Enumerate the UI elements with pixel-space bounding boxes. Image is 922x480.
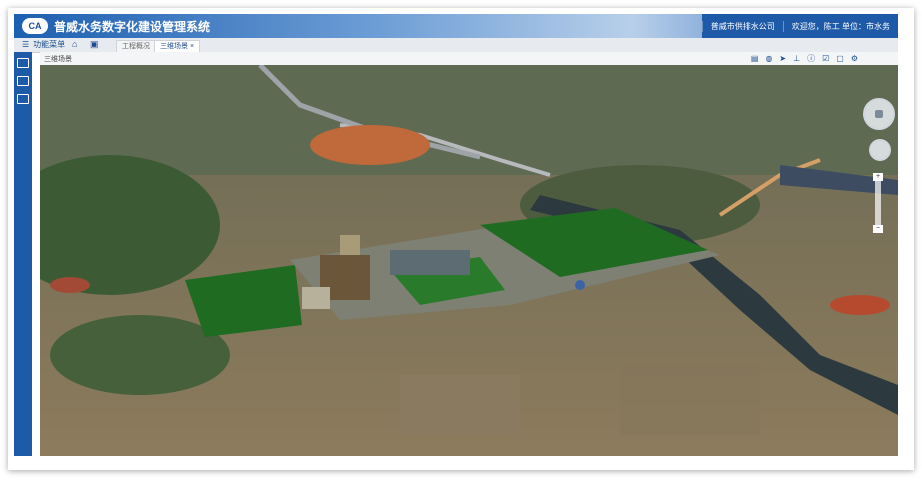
breadcrumb: 三维场景 [44,56,72,63]
scene-toolbar: 三维场景 ▤ ◍ ➤ ⊥ ⓘ ☑ ▢ ⚙ [40,52,898,66]
zoom-out-icon[interactable]: − [873,225,883,233]
home-icon[interactable]: ⌂ [72,39,77,49]
user-greeting[interactable]: 欢迎您，陈工 单位：市水务 [782,20,898,32]
checkbox-icon[interactable]: ☑ [822,53,829,64]
fly-icon[interactable]: ➤ [779,53,786,64]
globe-icon[interactable]: ◍ [765,53,772,64]
info-icon[interactable]: ⓘ [807,53,815,64]
tool-group: ▤ ◍ ➤ ⊥ ⓘ ☑ ▢ ⚙ [751,53,858,64]
app-title: 普威水务数字化建设管理系统 [54,20,211,34]
settings-icon[interactable]: ⚙ [851,53,858,64]
menu-label: 功能菜单 [33,40,66,49]
compass-center-icon [875,110,883,118]
nav-bar: ☰ 功能菜单 ⌂ ▣ 工程概况 三维场景 × [14,38,898,53]
box-icon[interactable] [17,94,29,104]
header-user-area: 普威市供排水公司 欢迎您，陈工 单位：市水务 [701,14,898,38]
hamburger-icon[interactable]: ☰ [22,40,29,49]
left-sidebar [14,52,32,456]
navigation-compass-icon[interactable] [863,98,895,130]
menu-toggle[interactable]: ☰ 功能菜单 [22,39,65,50]
aerial-terrain[interactable] [40,65,898,456]
camera-icon[interactable]: ▢ [836,53,844,64]
layers-icon[interactable]: ▤ [751,53,759,64]
title-bar: CA 普威水务数字化建设管理系统 普威市供排水公司 欢迎您，陈工 单位：市水务 [14,14,898,38]
3d-scene-viewport[interactable]: + − [40,65,898,456]
user-org[interactable]: 普威市供排水公司 [701,20,783,32]
zoom-slider[interactable]: + − [873,173,883,233]
tilt-control-icon[interactable] [869,139,891,161]
measure-icon[interactable]: ⊥ [793,53,800,64]
map-icon[interactable] [17,58,29,68]
window-icon[interactable]: ▣ [90,39,99,50]
app-logo: CA [22,18,48,34]
layers-icon[interactable] [17,76,29,86]
zoom-in-icon[interactable]: + [873,173,883,181]
